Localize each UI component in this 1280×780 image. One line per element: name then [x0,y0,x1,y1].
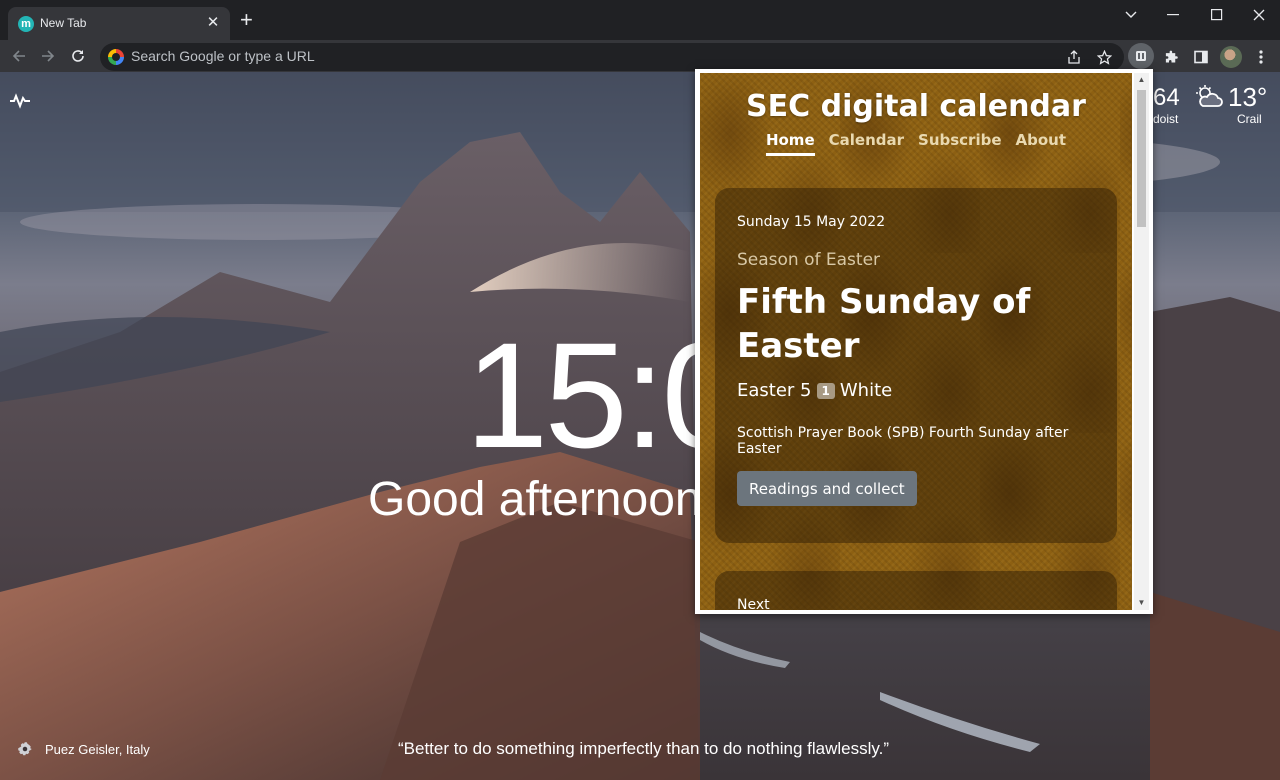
liturgical-colour: White [839,380,893,401]
weather-city: Crail [1237,112,1262,126]
nav-calendar[interactable]: Calendar [829,131,904,156]
week-number-badge: 1 [816,382,835,399]
side-panel-icon[interactable] [1190,46,1212,68]
readings-and-collect-button[interactable]: Readings and collect [737,471,917,506]
weather-temperature[interactable]: 13° [1228,82,1267,113]
settings-gear-icon[interactable] [16,740,34,763]
new-tab-button[interactable]: + [240,9,253,31]
week-label: Easter 5 [737,380,812,401]
popup-scrollbar[interactable]: ▲ ▼ [1134,73,1149,610]
tab-close-icon[interactable]: ✕ [204,13,222,31]
spb-note: Scottish Prayer Book (SPB) Fourth Sunday… [737,425,1069,457]
tab-title: New Tab [40,16,87,30]
tab-strip: m New Tab ✕ + [0,0,1280,40]
sec-calendar-extension-icon[interactable] [1128,43,1154,69]
partly-cloudy-icon [1194,84,1224,115]
reload-button[interactable] [68,46,88,66]
search-input[interactable] [131,48,1031,64]
close-window-button[interactable] [1236,0,1280,30]
popup-nav: Home Calendar Subscribe About [700,131,1132,156]
extensions-puzzle-icon[interactable] [1160,46,1182,68]
card-week-line: Easter 5 1 White [737,380,892,401]
greeting: Good afternoon [368,473,702,526]
nav-home[interactable]: Home [765,131,815,156]
photo-location[interactable]: Puez Geisler, Italy [45,742,150,757]
address-bar[interactable] [100,43,1124,71]
forward-button[interactable] [38,46,58,66]
tab-new-tab[interactable]: m New Tab ✕ [8,7,230,40]
google-logo-icon [108,49,124,65]
card-date: Sunday 15 May 2022 [737,214,886,230]
tab-search-chevron-icon[interactable] [1108,0,1154,30]
scroll-up-arrow-icon[interactable]: ▲ [1137,75,1146,85]
sec-calendar-popup: SEC digital calendar Home Calendar Subsc… [695,69,1153,614]
today-card: Sunday 15 May 2022 Season of Easter Fift… [715,188,1117,543]
quote: “Better to do something imperfectly than… [398,739,890,758]
bookmark-star-icon[interactable] [1093,46,1115,68]
share-icon[interactable] [1063,46,1085,68]
toolbar [0,40,1280,72]
minimize-button[interactable] [1150,0,1196,30]
todoist-count[interactable]: 64 [1153,84,1180,112]
next-label: Next [737,597,770,610]
popup-title: SEC digital calendar [746,89,1086,124]
next-card: Next [715,571,1117,610]
card-season: Season of Easter [737,250,881,270]
nav-subscribe[interactable]: Subscribe [918,131,1002,156]
tab-favicon: m [18,16,34,32]
scroll-thumb[interactable] [1137,90,1146,227]
popup-content: SEC digital calendar Home Calendar Subsc… [700,73,1132,610]
card-title: Fifth Sunday of Easter [737,282,1031,366]
todoist-label: doist [1153,112,1179,126]
profile-avatar[interactable] [1220,46,1242,68]
back-button[interactable] [9,46,29,66]
scroll-down-arrow-icon[interactable]: ▼ [1137,598,1146,608]
activity-pulse-icon[interactable] [9,92,31,115]
maximize-button[interactable] [1194,0,1240,30]
nav-about[interactable]: About [1016,131,1067,156]
chrome-menu-icon[interactable] [1250,46,1272,68]
